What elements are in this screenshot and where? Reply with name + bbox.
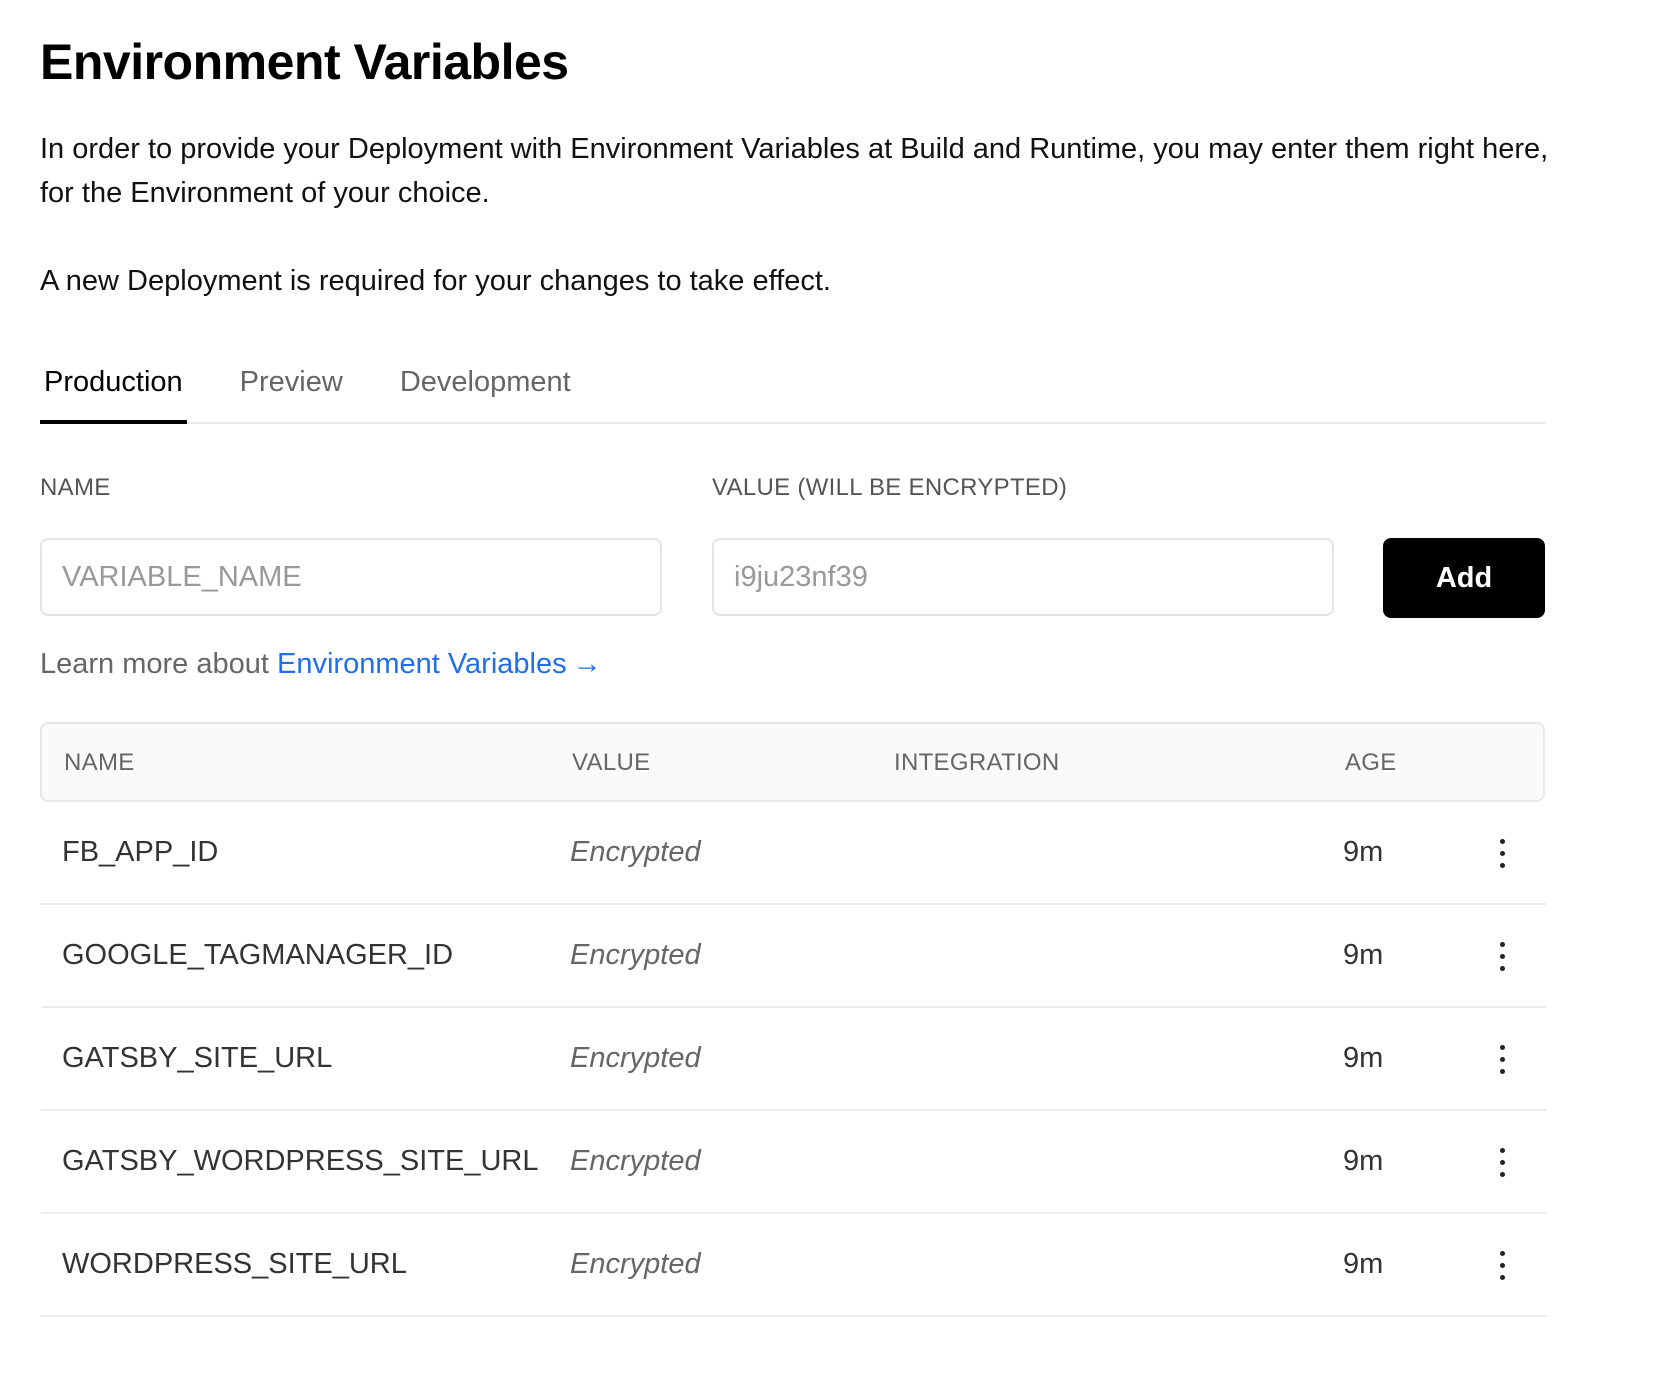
table-row: FB_APP_ID Encrypted 9m	[41, 802, 1546, 905]
column-header-age: AGE	[1345, 749, 1397, 776]
table-row: GOOGLE_TAGMANAGER_ID Encrypted 9m	[41, 905, 1546, 1008]
variable-age-cell: 9m	[1343, 1145, 1384, 1177]
variable-age-cell: 9m	[1343, 939, 1384, 971]
table-row: GATSBY_SITE_URL Encrypted 9m	[41, 1008, 1546, 1111]
column-header-integration: INTEGRATION	[894, 749, 1060, 776]
variable-name-cell: FB_APP_ID	[62, 836, 219, 868]
tab-development[interactable]: Development	[400, 352, 571, 422]
tab-preview[interactable]: Preview	[240, 352, 343, 422]
variable-value-cell: Encrypted	[570, 1248, 701, 1280]
table-header: NAME VALUE INTEGRATION AGE	[40, 722, 1545, 802]
page-title: Environment Variables	[40, 34, 569, 90]
variable-name-cell: GATSBY_WORDPRESS_SITE_URL	[62, 1145, 539, 1177]
variable-name-cell: GATSBY_SITE_URL	[62, 1042, 333, 1074]
column-header-value: VALUE	[572, 749, 651, 776]
environment-variables-docs-link[interactable]: Environment Variables →	[277, 648, 602, 680]
variable-name-input[interactable]	[40, 538, 662, 616]
column-header-name: NAME	[64, 749, 135, 776]
name-field-label: NAME	[40, 474, 111, 501]
more-vertical-icon[interactable]	[1493, 1147, 1513, 1179]
more-vertical-icon[interactable]	[1493, 941, 1513, 973]
environment-tabs: Production Preview Development	[40, 352, 1545, 424]
notice-text: A new Deployment is required for your ch…	[40, 265, 831, 297]
variable-value-cell: Encrypted	[570, 939, 701, 971]
variable-value-input[interactable]	[712, 538, 1334, 616]
variable-name-cell: GOOGLE_TAGMANAGER_ID	[62, 939, 454, 971]
more-vertical-icon[interactable]	[1493, 1250, 1513, 1282]
variable-value-cell: Encrypted	[570, 836, 701, 868]
learn-more-line: Learn more about Environment Variables →	[40, 648, 602, 681]
more-vertical-icon[interactable]	[1493, 1044, 1513, 1076]
variable-age-cell: 9m	[1343, 1042, 1384, 1074]
table-row: GATSBY_WORDPRESS_SITE_URL Encrypted 9m	[41, 1111, 1546, 1214]
variable-value-cell: Encrypted	[570, 1042, 701, 1074]
docs-link-text: Environment Variables	[277, 648, 567, 680]
learn-more-prefix: Learn more about	[40, 648, 269, 680]
value-field-label: VALUE (WILL BE ENCRYPTED)	[712, 474, 1068, 501]
variables-table: NAME VALUE INTEGRATION AGE FB_APP_ID Enc…	[40, 722, 1546, 1317]
variable-name-cell: WORDPRESS_SITE_URL	[62, 1248, 407, 1280]
variable-age-cell: 9m	[1343, 1248, 1384, 1280]
add-button[interactable]: Add	[1383, 538, 1545, 618]
table-row: WORDPRESS_SITE_URL Encrypted 9m	[41, 1214, 1546, 1317]
arrow-right-icon: →	[572, 648, 602, 680]
variable-age-cell: 9m	[1343, 836, 1384, 868]
intro-text: In order to provide your Deployment with…	[40, 133, 1549, 209]
more-vertical-icon[interactable]	[1493, 838, 1513, 870]
tab-production[interactable]: Production	[40, 352, 187, 424]
variable-value-cell: Encrypted	[570, 1145, 701, 1177]
